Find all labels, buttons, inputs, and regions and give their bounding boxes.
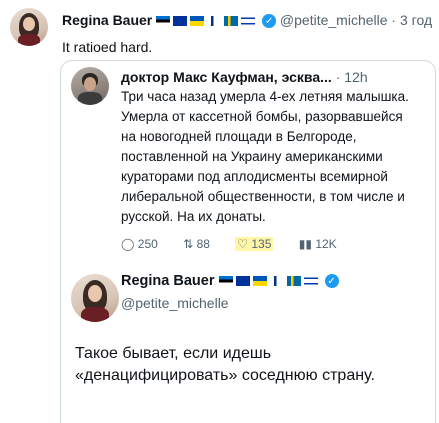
flag-ukraine-icon xyxy=(252,276,267,287)
reply-count: 250 xyxy=(137,237,158,251)
flag-eu-icon xyxy=(173,16,188,27)
views-button[interactable]: ▮▮ 12K xyxy=(299,237,337,251)
reply-header: Regina Bauer ✓ xyxy=(121,273,339,289)
flag-israel-icon xyxy=(241,16,256,27)
timestamp[interactable]: 3 год xyxy=(400,12,432,28)
user-handle[interactable]: @petite_michelle xyxy=(280,12,388,28)
user-name[interactable]: Regina Bauer xyxy=(62,12,152,28)
flag-estonia-icon xyxy=(218,276,233,287)
flag-finland-icon xyxy=(207,16,222,27)
quoted-tweet-card[interactable]: доктор Макс Кауфман, эсква... · 12h Три … xyxy=(60,60,436,423)
reply-avatar[interactable] xyxy=(71,274,119,322)
flag-sweden-icon xyxy=(286,276,301,287)
tweet-header: Regina Bauer ✓ @petite_michelle · 3 год xyxy=(62,12,432,29)
quoted-user-name[interactable]: доктор Макс Кауфман, эсква... xyxy=(121,69,332,85)
verified-icon: ✓ xyxy=(324,274,339,289)
flag-eu-icon xyxy=(235,276,250,287)
retweet-count: 88 xyxy=(196,237,210,251)
action-bar: ◯ 250 ⇅ 88 ♡ 135 ▮▮ 12K xyxy=(121,237,359,251)
quoted-header: доктор Макс Кауфман, эсква... · 12h xyxy=(121,69,368,85)
quoted-tweet-text: Три часа назад умерла 4-ех летняя малышк… xyxy=(121,89,409,224)
flag-ukraine-icon xyxy=(190,16,205,27)
reply-tweet-text: Такое бывает, если идешь «денацифицирова… xyxy=(75,345,375,384)
quoted-avatar[interactable] xyxy=(71,67,109,105)
retweet-button[interactable]: ⇅ 88 xyxy=(183,237,210,251)
reply-icon: ◯ xyxy=(121,237,135,251)
reply-user-name[interactable]: Regina Bauer xyxy=(121,273,214,289)
reply-user-handle[interactable]: @petite_michelle xyxy=(121,295,229,311)
verified-icon: ✓ xyxy=(262,14,277,29)
quoted-timestamp[interactable]: 12h xyxy=(344,69,367,85)
flag-estonia-icon xyxy=(156,16,171,27)
separator: · xyxy=(335,69,341,85)
heart-icon: ♡ xyxy=(237,237,249,251)
views-icon: ▮▮ xyxy=(298,237,312,251)
like-button[interactable]: ♡ 135 xyxy=(235,237,274,251)
flag-list xyxy=(156,12,262,28)
flag-list xyxy=(218,273,325,289)
flag-finland-icon xyxy=(269,276,284,287)
avatar[interactable] xyxy=(10,8,48,46)
separator: · xyxy=(391,12,397,28)
like-count: 135 xyxy=(251,237,272,251)
retweet-icon: ⇅ xyxy=(183,237,194,251)
tweet-text: It ratioed hard. xyxy=(62,39,153,55)
flag-israel-icon xyxy=(303,276,318,287)
views-count: 12K xyxy=(315,237,337,251)
reply-button[interactable]: ◯ 250 xyxy=(121,237,158,251)
flag-sweden-icon xyxy=(224,16,239,27)
